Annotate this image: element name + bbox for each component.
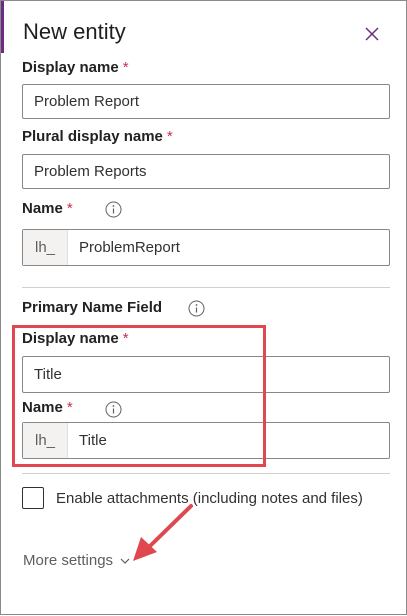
accent-bar xyxy=(1,1,4,53)
primary-display-name-label: Display name * xyxy=(22,330,129,347)
plural-display-name-label-text: Plural display name xyxy=(22,128,163,145)
plural-display-name-field[interactable]: Problem Reports xyxy=(22,154,390,189)
primary-display-name-value: Title xyxy=(34,366,62,383)
required-mark: * xyxy=(122,59,129,76)
chevron-down-icon xyxy=(120,558,130,564)
primary-name-label: Name * xyxy=(22,399,73,416)
name-prefix: lh_ xyxy=(23,230,68,265)
info-icon[interactable] xyxy=(105,401,122,418)
name-label: Name * xyxy=(22,200,73,217)
primary-name-label-text: Name xyxy=(22,399,63,416)
enable-attachments-checkbox[interactable] xyxy=(22,487,44,509)
more-settings-label: More settings xyxy=(23,552,114,569)
plural-display-name-label: Plural display name * xyxy=(22,128,173,145)
primary-display-name-field[interactable]: Title xyxy=(22,356,390,393)
primary-display-name-label-text: Display name xyxy=(22,330,119,347)
name-value: ProblemReport xyxy=(79,239,180,256)
panel-title: New entity xyxy=(23,19,126,44)
name-label-text: Name xyxy=(22,200,63,217)
info-icon[interactable] xyxy=(105,201,122,218)
display-name-label-text: Display name xyxy=(22,59,119,76)
divider xyxy=(22,287,390,288)
divider xyxy=(22,473,390,474)
display-name-value: Problem Report xyxy=(34,93,140,110)
primary-name-prefix: lh_ xyxy=(23,423,68,458)
required-mark: * xyxy=(66,200,73,217)
primary-name-field[interactable]: lh_ Title xyxy=(22,422,390,459)
enable-attachments-label: Enable attachments (including notes and … xyxy=(56,490,363,507)
plural-display-name-value: Problem Reports xyxy=(34,163,147,180)
name-field[interactable]: lh_ ProblemReport xyxy=(22,229,390,266)
required-mark: * xyxy=(122,330,129,347)
new-entity-panel: New entity Display name * Problem Report … xyxy=(0,0,407,615)
required-mark: * xyxy=(66,399,73,416)
display-name-label: Display name * xyxy=(22,59,129,76)
primary-name-field-heading: Primary Name Field xyxy=(22,299,163,316)
primary-name-value: Title xyxy=(79,432,107,449)
info-icon[interactable] xyxy=(188,300,205,317)
more-settings-toggle[interactable]: More settings xyxy=(23,552,131,569)
display-name-field[interactable]: Problem Report xyxy=(22,84,390,119)
close-icon[interactable] xyxy=(361,23,383,45)
required-mark: * xyxy=(166,128,173,145)
